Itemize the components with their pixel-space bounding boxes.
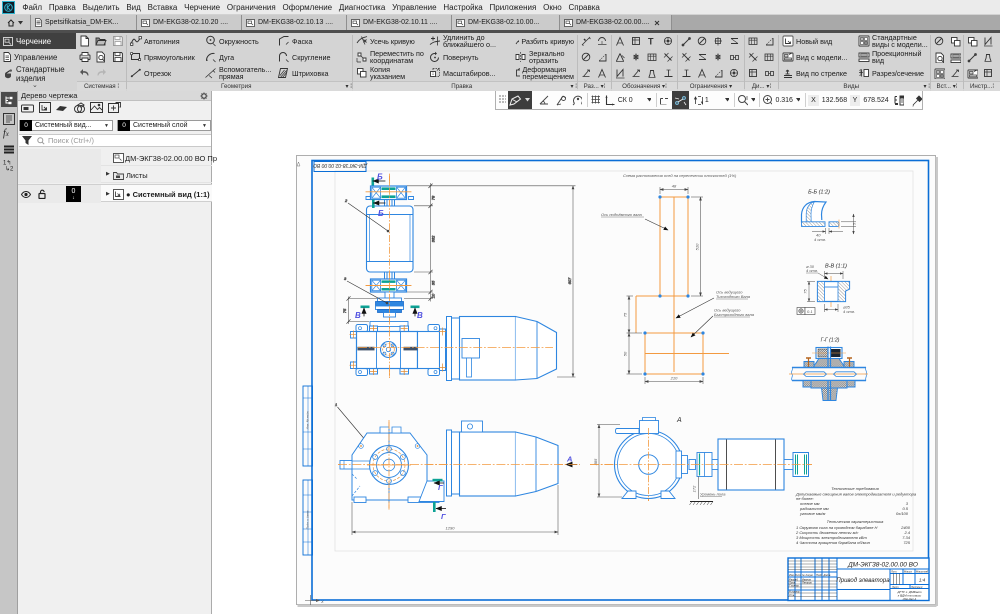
svg-text:75: 75 — [803, 289, 808, 294]
svg-text:Тихоходного Вала: Тихоходного Вала — [716, 294, 751, 299]
svg-text:Б: Б — [377, 173, 383, 182]
svg-text:В: В — [355, 311, 361, 320]
svg-text:Ось подъёмного вала: Ось подъёмного вала — [601, 212, 643, 217]
svg-text:Дата: Дата — [823, 573, 831, 577]
svg-text:Технические требования: Технические требования — [831, 486, 879, 491]
svg-text:Т.контр.: Т.контр. — [789, 584, 800, 588]
svg-text:1: 1 — [335, 402, 337, 407]
svg-text:Инв. № подл.: Инв. № подл. — [306, 411, 310, 430]
svg-text:Б: Б — [378, 209, 384, 218]
svg-text:Б-Б (1:2): Б-Б (1:2) — [808, 190, 830, 196]
svg-text:4 отв.: 4 отв. — [814, 237, 826, 242]
svg-text:Быстроходного вала: Быстроходного вала — [714, 312, 755, 317]
svg-text:725: 725 — [903, 540, 910, 545]
svg-text:А: А — [676, 417, 682, 424]
svg-text:4 Частота вращения барабана об: 4 Частота вращения барабана об/мин — [796, 540, 871, 545]
svg-text:0х/100: 0х/100 — [896, 511, 909, 516]
svg-text:Петров: Петров — [802, 581, 812, 585]
svg-text:362: 362 — [431, 235, 436, 242]
svg-text:1290: 1290 — [446, 526, 456, 531]
svg-text:607: 607 — [567, 277, 572, 284]
svg-text:35: 35 — [431, 280, 436, 285]
svg-text:Подп.: Подп. — [816, 573, 823, 577]
svg-text:75: 75 — [342, 308, 347, 313]
svg-text:Утв.: Утв. — [789, 593, 795, 597]
svg-text:Г: Г — [438, 483, 443, 492]
svg-text:гбм-Экг-1: гбм-Экг-1 — [903, 597, 917, 601]
svg-text:10: 10 — [431, 293, 436, 298]
svg-text:Подп. и дата: Подп. и дата — [306, 510, 310, 529]
svg-text:X: X — [320, 599, 324, 604]
svg-text:Лит.: Лит. — [890, 570, 897, 574]
svg-text:50: 50 — [623, 351, 628, 356]
svg-text:510: 510 — [695, 243, 700, 250]
svg-text:Изм Лист: Изм Лист — [789, 573, 802, 577]
svg-text:Лист: Лист — [891, 585, 900, 589]
svg-text:4 отв.: 4 отв. — [843, 309, 855, 314]
svg-text:75: 75 — [623, 312, 628, 317]
svg-text:ДМ-ЭКГ38-02.00.00 ВО: ДМ-ЭКГ38-02.00.00 ВО — [313, 162, 368, 168]
svg-text:Г: Г — [441, 512, 446, 521]
svg-text:Масса: Масса — [904, 570, 912, 574]
svg-text:1:4: 1:4 — [919, 578, 926, 583]
svg-text:0.1: 0.1 — [807, 309, 813, 314]
svg-text:78: 78 — [431, 195, 436, 200]
svg-text:Уровень пола: Уровень пола — [700, 492, 726, 497]
svg-text:угловое мм/м: угловое мм/м — [799, 511, 826, 516]
svg-text:48: 48 — [672, 184, 677, 189]
svg-text:А: А — [566, 455, 572, 464]
svg-text:В: В — [417, 311, 423, 320]
svg-text:Н.контр.: Н.контр. — [789, 590, 800, 594]
svg-text:В-В (1:1): В-В (1:1) — [825, 264, 847, 270]
svg-text:Масштаб: Масштаб — [916, 570, 929, 574]
svg-text:210: 210 — [670, 376, 678, 381]
svg-text:Привод элеватора: Привод элеватора — [836, 578, 890, 584]
svg-text:Г-Г (1:2): Г-Г (1:2) — [821, 338, 840, 344]
svg-text:Листов 1: Листов 1 — [910, 585, 923, 589]
svg-text:172: 172 — [692, 485, 697, 492]
svg-text:№ докум.: № докум. — [802, 573, 814, 577]
svg-text:4 отв.: 4 отв. — [806, 268, 818, 273]
svg-text:Схема расположения осей на пер: Схема расположения осей на пересечении п… — [623, 173, 737, 178]
svg-text:Техническая характеристика: Техническая характеристика — [827, 519, 884, 524]
svg-text:ДМ-ЭКГ38-02.00.00 ВО: ДМ-ЭКГ38-02.00.00 ВО — [847, 562, 918, 569]
